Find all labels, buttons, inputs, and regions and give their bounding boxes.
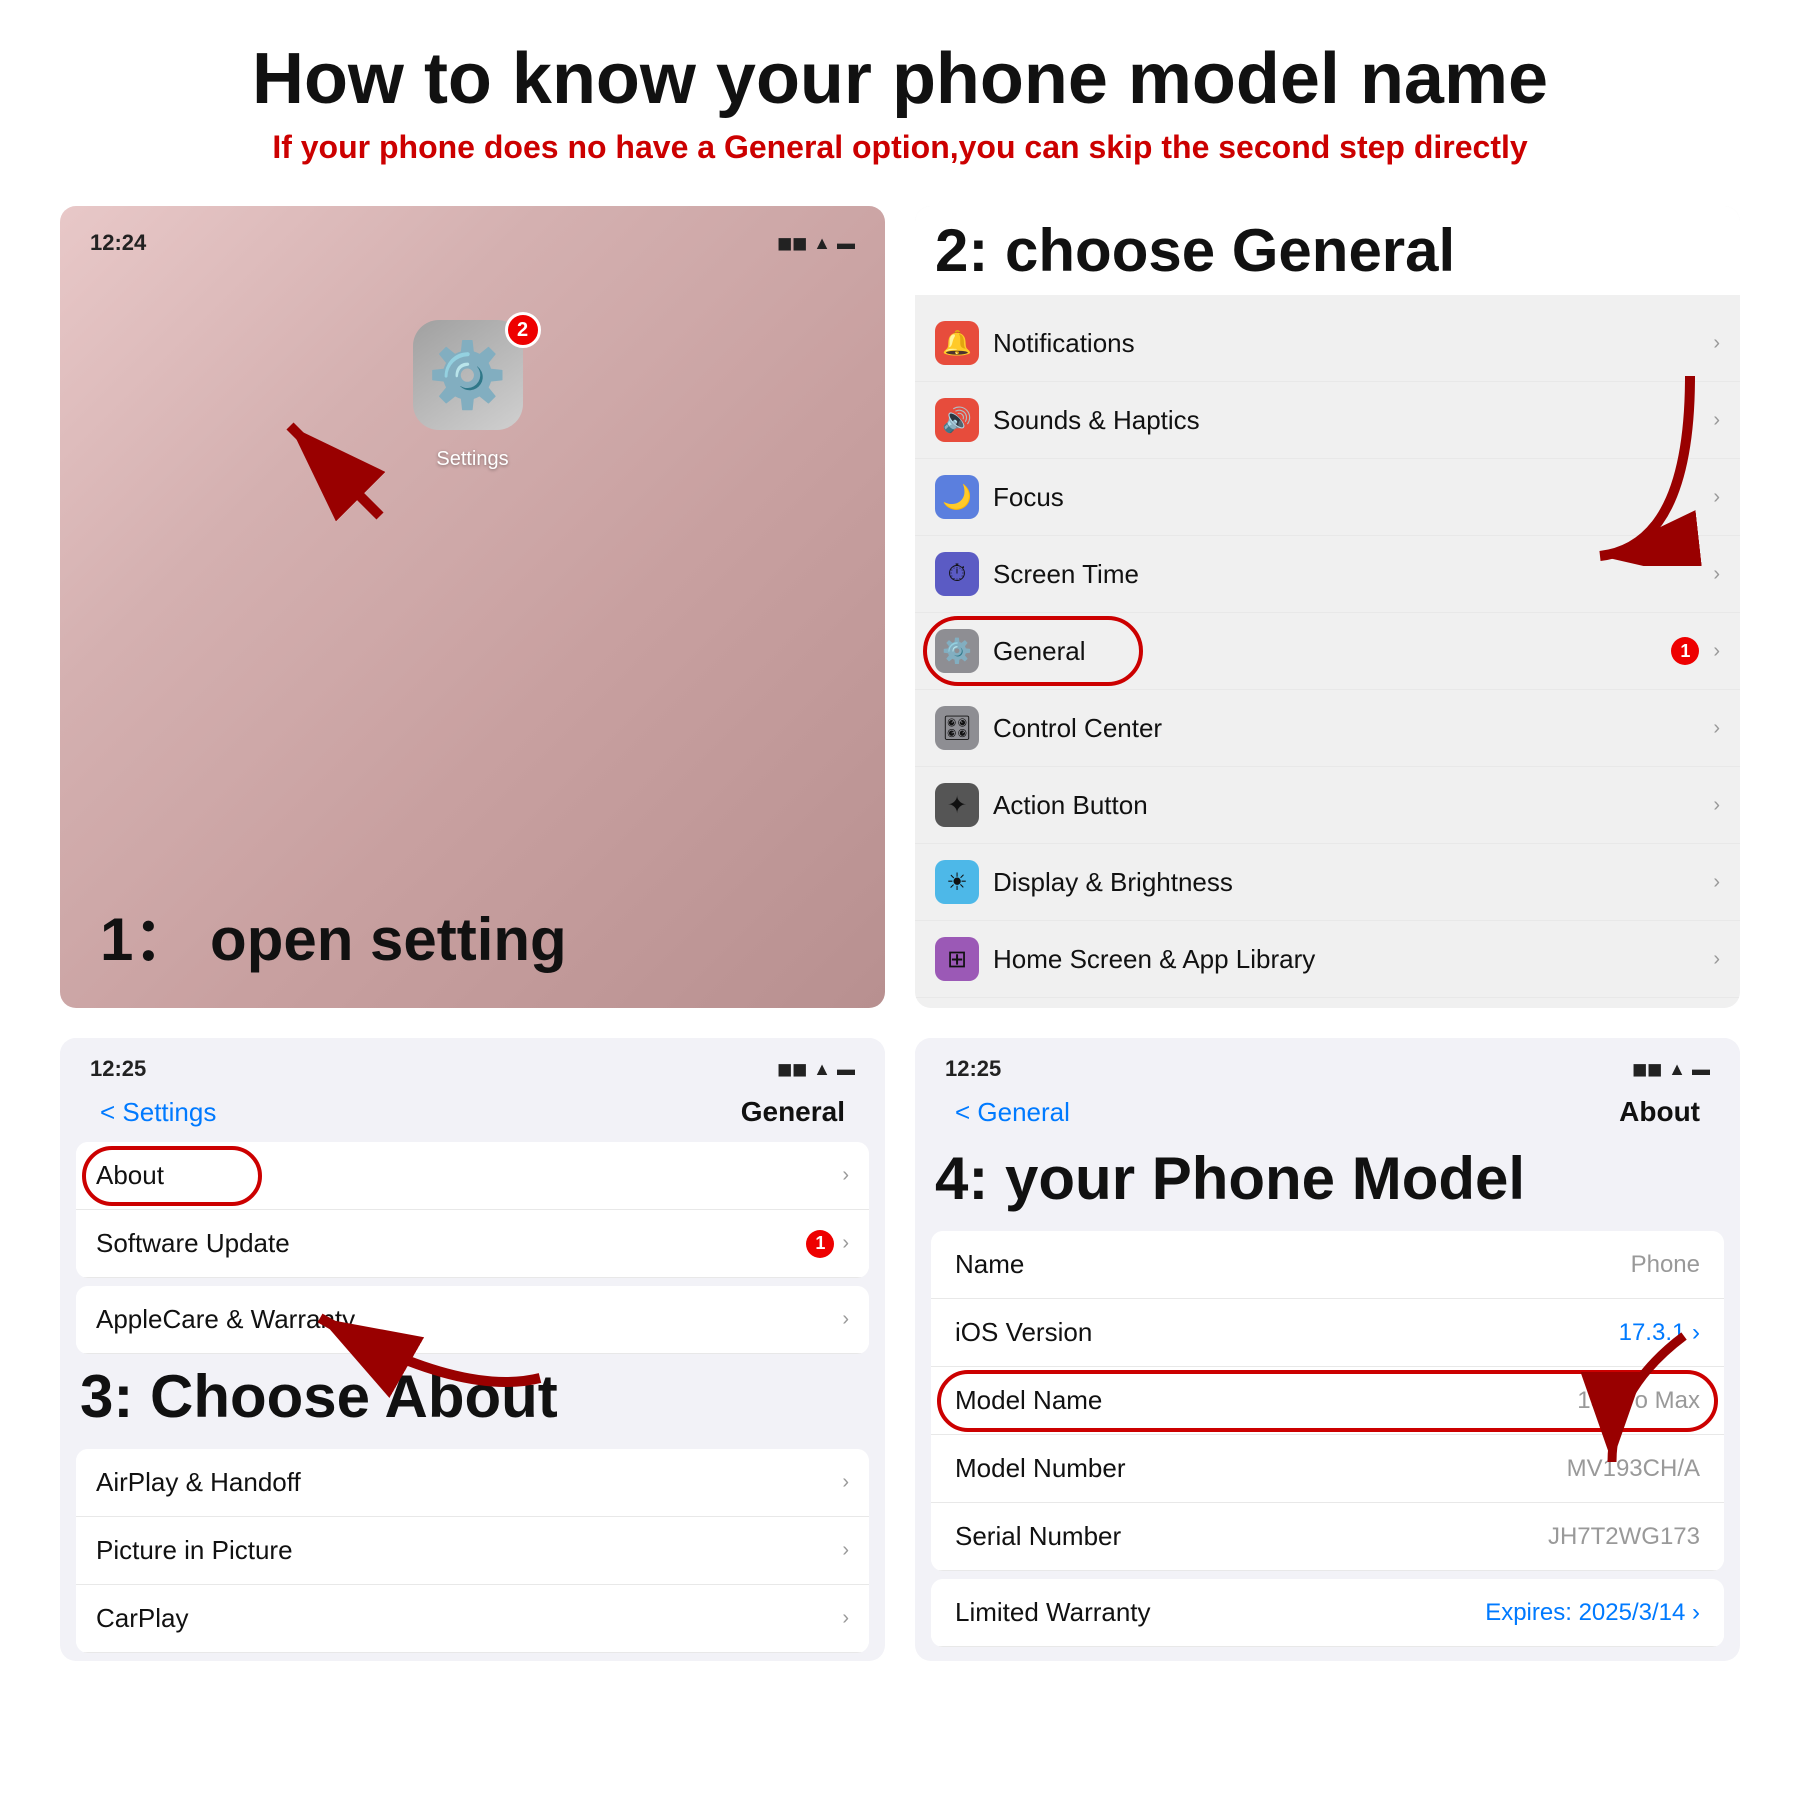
statusbar-3: 12:25 ◼◼ ▲ ▬ [80,1052,865,1086]
sounds-icon: 🔊 [935,398,979,442]
softwareupdate-chevron: › [842,1232,849,1255]
arrow-to-model [1540,1318,1720,1498]
settings-badge: 2 [505,312,541,348]
time-1: 12:24 [90,230,146,256]
row-actionbutton[interactable]: ✦ Action Button › [915,767,1740,844]
panel3-nav-title: General [741,1096,845,1128]
screentime-icon: ⏱ [935,552,979,596]
model-number-label: Model Number [955,1453,1567,1484]
pip-chevron: › [842,1539,849,1562]
general-label: General [993,636,1657,667]
statusbar-icons-1: ◼◼ ▲ ▬ [777,233,855,254]
serial-number-value: JH7T2WG173 [1548,1523,1700,1551]
panel-4: 12:25 ◼◼ ▲ ▬ < General About 4: your Pho… [915,1038,1740,1661]
step-4-label: 4: your Phone Model [915,1134,1740,1223]
model-name-label: Model Name [955,1385,1577,1416]
statusbar-icons-4: ◼◼ ▲ ▬ [1632,1059,1710,1080]
controlcenter-chevron: › [1713,717,1720,740]
screentime-chevron: › [1713,563,1720,586]
row-serial-number: Serial Number JH7T2WG173 [931,1503,1724,1571]
softwareupdate-badge: 1 [806,1230,834,1258]
row-pip[interactable]: Picture in Picture › [76,1517,869,1585]
signal-icon-3: ◼◼ [777,1059,807,1080]
panel4-nav: < General About [935,1086,1720,1134]
general-back-button[interactable]: < General [955,1097,1070,1128]
display-icon: ☀ [935,860,979,904]
row-general[interactable]: ⚙️ General 1 › [915,613,1740,690]
signal-icon-1: ◼◼ [777,233,807,254]
general-badge: 1 [1671,637,1699,665]
controlcenter-icon: 🎛 [935,706,979,750]
row-carplay[interactable]: CarPlay › [76,1585,869,1653]
row-display[interactable]: ☀ Display & Brightness › [915,844,1740,921]
panel-3: 12:25 ◼◼ ▲ ▬ < Settings General About › … [60,1038,885,1661]
panel3-nav: < Settings General [80,1086,865,1134]
controlcenter-label: Control Center [993,713,1699,744]
arrow-to-general [1550,366,1710,566]
airplay-label: AirPlay & Handoff [96,1467,842,1498]
row-warranty[interactable]: Limited Warranty Expires: 2025/3/14 › [931,1579,1724,1647]
time-3: 12:25 [90,1056,146,1082]
time-4: 12:25 [945,1056,1001,1082]
focus-icon: 🌙 [935,475,979,519]
panel-1: 12:24 ◼◼ ▲ ▬ ⚙️ 2 Settings 1： open setti… [60,206,885,1008]
panel4-nav-title: About [1619,1096,1700,1128]
actionbutton-chevron: › [1713,794,1720,817]
main-grid: 12:24 ◼◼ ▲ ▬ ⚙️ 2 Settings 1： open setti… [60,206,1740,1661]
about-label: About [96,1160,842,1191]
battery-icon-4: ▬ [1692,1059,1710,1080]
row-name: Name Phone [931,1231,1724,1299]
settings-back-button[interactable]: < Settings [100,1097,216,1128]
serial-number-label: Serial Number [955,1521,1548,1552]
battery-icon-1: ▬ [837,233,855,254]
homescreen-chevron: › [1713,948,1720,971]
row-airplay[interactable]: AirPlay & Handoff › [76,1449,869,1517]
notifications-label: Notifications [993,328,1699,359]
panel3-header: 12:25 ◼◼ ▲ ▬ < Settings General [60,1038,885,1134]
airplay-chevron: › [842,1471,849,1494]
panel-2: 2: choose General 🔔 Notifications › 🔊 So… [915,206,1740,1008]
ios-version-label: iOS Version [955,1317,1619,1348]
signal-icon-4: ◼◼ [1632,1059,1662,1080]
display-chevron: › [1713,871,1720,894]
homescreen-label: Home Screen & App Library [993,944,1699,975]
page-title: How to know your phone model name [60,40,1740,119]
warranty-label: Limited Warranty [955,1597,1485,1628]
carplay-label: CarPlay [96,1603,842,1634]
subtitle: If your phone does no have a General opt… [60,129,1740,166]
homescreen-icon: ⊞ [935,937,979,981]
applecare-chevron: › [842,1308,849,1331]
statusbar-icons-3: ◼◼ ▲ ▬ [777,1059,855,1080]
step-1-label: 1： open setting [80,871,865,988]
carplay-chevron: › [842,1607,849,1630]
display-label: Display & Brightness [993,867,1699,898]
statusbar-1: 12:24 ◼◼ ▲ ▬ [80,226,865,260]
battery-icon-3: ▬ [837,1059,855,1080]
arrow-to-settings [210,366,410,526]
row-controlcenter[interactable]: 🎛 Control Center › [915,690,1740,767]
general-icon: ⚙️ [935,629,979,673]
general-chevron: › [1713,640,1720,663]
wifi-icon-1: ▲ [813,233,831,254]
wifi-icon-3: ▲ [813,1059,831,1080]
panel4-header: 12:25 ◼◼ ▲ ▬ < General About [915,1038,1740,1134]
actionbutton-label: Action Button [993,790,1699,821]
notifications-icon: 🔔 [935,321,979,365]
row-homescreen[interactable]: ⊞ Home Screen & App Library › [915,921,1740,998]
wifi-icon-4: ▲ [1668,1059,1686,1080]
step-2-label: 2: choose General [915,206,1740,295]
sounds-chevron: › [1713,409,1720,432]
focus-chevron: › [1713,486,1720,509]
name-label: Name [955,1249,1631,1280]
statusbar-4: 12:25 ◼◼ ▲ ▬ [935,1052,1720,1086]
actionbutton-icon: ✦ [935,783,979,827]
warranty-value: Expires: 2025/3/14 › [1485,1599,1700,1627]
settings-app[interactable]: ⚙️ 2 [413,320,533,440]
about-chevron: › [842,1164,849,1187]
pip-label: Picture in Picture [96,1535,842,1566]
name-value: Phone [1631,1251,1700,1279]
notifications-chevron: › [1713,332,1720,355]
arrow-to-about [260,1198,560,1398]
settings-label: Settings [80,448,865,471]
